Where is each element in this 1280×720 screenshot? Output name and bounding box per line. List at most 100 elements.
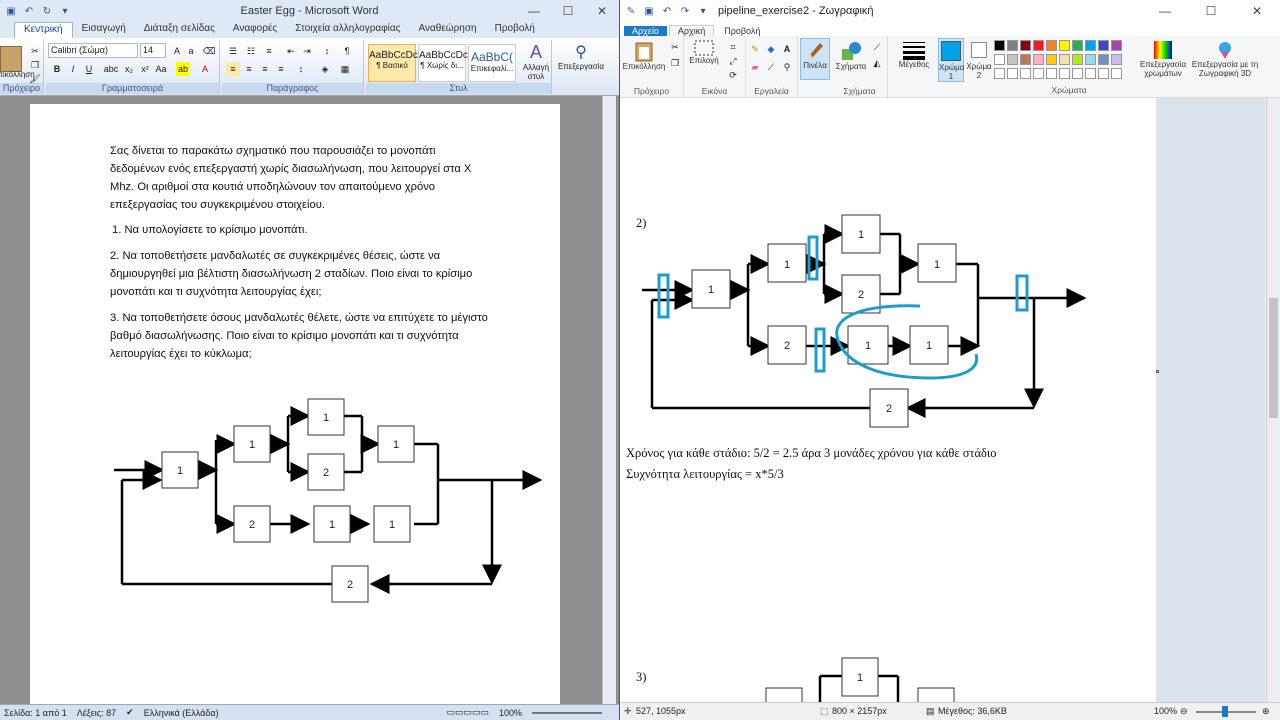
- paint-zoom-thumb[interactable]: [1222, 706, 1228, 717]
- palette-swatch[interactable]: [1007, 40, 1018, 51]
- palette-swatch[interactable]: [1007, 54, 1018, 65]
- copy-icon[interactable]: ❐: [28, 58, 42, 72]
- status-page[interactable]: Σελίδα: 1 από 1: [4, 708, 67, 718]
- status-language[interactable]: Ελληνικά (Ελλάδα): [144, 708, 219, 718]
- paint-redo-icon[interactable]: ↷: [678, 4, 692, 18]
- text-icon[interactable]: A: [780, 42, 794, 56]
- paint-copy-icon[interactable]: ❐: [668, 56, 682, 70]
- highlight-icon[interactable]: ab: [176, 62, 190, 76]
- font-color-icon[interactable]: A: [198, 62, 212, 76]
- palette-swatch[interactable]: [1046, 40, 1057, 51]
- palette-swatch[interactable]: [1111, 54, 1122, 65]
- style-normal[interactable]: AaBbCcDc ¶ Βασικό: [368, 44, 418, 82]
- borders-icon[interactable]: ▦: [338, 62, 352, 76]
- shapes-button[interactable]: Σχήματα: [834, 40, 868, 71]
- color-picker-icon[interactable]: ⟋: [764, 60, 778, 74]
- palette-swatch[interactable]: [1072, 40, 1083, 51]
- pilcrow-icon[interactable]: ¶: [340, 44, 354, 58]
- align-left-icon[interactable]: ≡: [226, 62, 240, 76]
- bold-icon[interactable]: B: [50, 62, 64, 76]
- minimize-icon[interactable]: —: [517, 0, 551, 22]
- paint-undo-icon[interactable]: ↶: [660, 4, 674, 18]
- eraser-icon[interactable]: ▰: [748, 60, 762, 74]
- custom-color-swatch[interactable]: [1020, 68, 1031, 79]
- change-case-icon[interactable]: Aa: [154, 62, 168, 76]
- resize-icon[interactable]: ⤢: [726, 54, 740, 68]
- palette-swatch[interactable]: [1098, 54, 1109, 65]
- strikethrough-icon[interactable]: abc: [104, 62, 119, 76]
- sort-icon[interactable]: ↕: [320, 44, 334, 58]
- fill-shape-icon[interactable]: ◭: [870, 56, 884, 70]
- zoom-out-button[interactable]: ⊖: [1180, 706, 1188, 717]
- customize-qat-icon[interactable]: ▾: [58, 4, 72, 18]
- line-spacing-icon[interactable]: ↕: [294, 62, 308, 76]
- palette-swatch[interactable]: [1033, 54, 1044, 65]
- custom-color-swatch[interactable]: [994, 68, 1005, 79]
- spelling-icon[interactable]: ✔: [126, 707, 134, 718]
- status-zoom[interactable]: 100%: [1154, 706, 1177, 716]
- font-size-box[interactable]: 14: [140, 43, 166, 58]
- maximize-icon[interactable]: ☐: [551, 0, 585, 22]
- palette-swatch[interactable]: [1046, 54, 1057, 65]
- undo-icon[interactable]: ↶: [22, 4, 36, 18]
- decrease-indent-icon[interactable]: ⇤: [284, 44, 298, 58]
- zoom-in-button[interactable]: ⊕: [1262, 706, 1270, 717]
- fill-icon[interactable]: ◆: [764, 42, 778, 56]
- paint-tab-home[interactable]: Αρχική: [668, 25, 715, 36]
- paint-vertical-scrollbar[interactable]: [1266, 98, 1280, 702]
- numbering-icon[interactable]: ☷: [244, 44, 258, 58]
- shading-icon[interactable]: ◈: [318, 62, 332, 76]
- paint-tab-view[interactable]: Προβολή: [716, 26, 768, 36]
- canvas-resize-handle[interactable]: [1156, 370, 1159, 373]
- status-zoom[interactable]: 100%: [499, 708, 522, 718]
- paste-icon[interactable]: [0, 46, 22, 72]
- drawing-canvas[interactable]: 2) 1 1 1 2 1 2 1 1 2 Χρόνος για κάθε στά…: [620, 98, 1156, 704]
- tab-mailings[interactable]: Στοιχεία αλληλογραφίας: [286, 22, 409, 38]
- status-words[interactable]: Λέξεις: 87: [77, 708, 116, 718]
- underline-icon[interactable]: U: [82, 62, 96, 76]
- custom-color-swatch[interactable]: [1033, 68, 1044, 79]
- increase-indent-icon[interactable]: ⇥: [300, 44, 314, 58]
- paint3d-button[interactable]: Επεξεργασία με τη Ζωγραφική 3D: [1190, 40, 1260, 78]
- magnifier-icon[interactable]: ⚲: [780, 60, 794, 74]
- edit-colors-button[interactable]: Επεξεργασία χρωμάτων: [1140, 40, 1186, 78]
- clear-format-icon[interactable]: ⌫: [202, 44, 216, 58]
- palette-swatch[interactable]: [1085, 54, 1096, 65]
- brushes-button[interactable]: Πινέλα: [800, 38, 830, 80]
- paint-close-icon[interactable]: ✕: [1234, 0, 1280, 22]
- grow-font-icon[interactable]: A: [170, 44, 184, 58]
- palette-swatch[interactable]: [1020, 54, 1031, 65]
- tab-review[interactable]: Αναθεώρηση: [410, 22, 486, 38]
- change-styles-button[interactable]: A Αλλαγή στυλ: [522, 42, 550, 81]
- close-icon[interactable]: ✕: [585, 0, 619, 22]
- custom-color-swatch[interactable]: [1046, 68, 1057, 79]
- align-center-icon[interactable]: ≡: [242, 62, 256, 76]
- tab-view[interactable]: Προβολή: [486, 22, 544, 38]
- palette-swatch[interactable]: [994, 40, 1005, 51]
- paint-paste-button[interactable]: Επικόλληση: [622, 40, 666, 71]
- redo-icon[interactable]: ↻: [40, 4, 54, 18]
- document-page[interactable]: Σας δίνεται το παρακάτω σχηματικό που πα…: [30, 104, 560, 714]
- outline-icon[interactable]: ⟋: [870, 40, 884, 54]
- custom-color-swatch[interactable]: [1007, 68, 1018, 79]
- word-vertical-scrollbar[interactable]: [602, 96, 616, 704]
- tab-page-layout[interactable]: Διάταξη σελίδας: [135, 22, 224, 38]
- pencil-icon[interactable]: ✎: [748, 42, 762, 56]
- paint-cut-icon[interactable]: ✂: [668, 40, 682, 54]
- font-name-box[interactable]: Calibri (Σώμα): [48, 43, 138, 58]
- palette-swatch[interactable]: [1033, 40, 1044, 51]
- view-buttons[interactable]: ▭▭▭▭▭: [446, 707, 489, 718]
- crop-icon[interactable]: ⌗: [726, 40, 740, 54]
- multilevel-list-icon[interactable]: ≡: [262, 44, 276, 58]
- justify-icon[interactable]: ≡: [274, 62, 288, 76]
- style-heading[interactable]: AaBbC( Επικεφαλί...: [468, 44, 516, 82]
- shrink-font-icon[interactable]: a: [184, 44, 198, 58]
- subscript-icon[interactable]: x₂: [122, 62, 136, 76]
- save-icon[interactable]: ▣: [4, 4, 18, 18]
- custom-color-swatch[interactable]: [1085, 68, 1096, 79]
- paint-maximize-icon[interactable]: ☐: [1188, 0, 1234, 22]
- editing-button[interactable]: ⚲ Επεξεργασία: [554, 42, 608, 71]
- paint-select-button[interactable]: Επιλογή: [686, 40, 722, 65]
- tab-home[interactable]: Κεντρική: [14, 22, 73, 38]
- palette-swatch[interactable]: [1072, 54, 1083, 65]
